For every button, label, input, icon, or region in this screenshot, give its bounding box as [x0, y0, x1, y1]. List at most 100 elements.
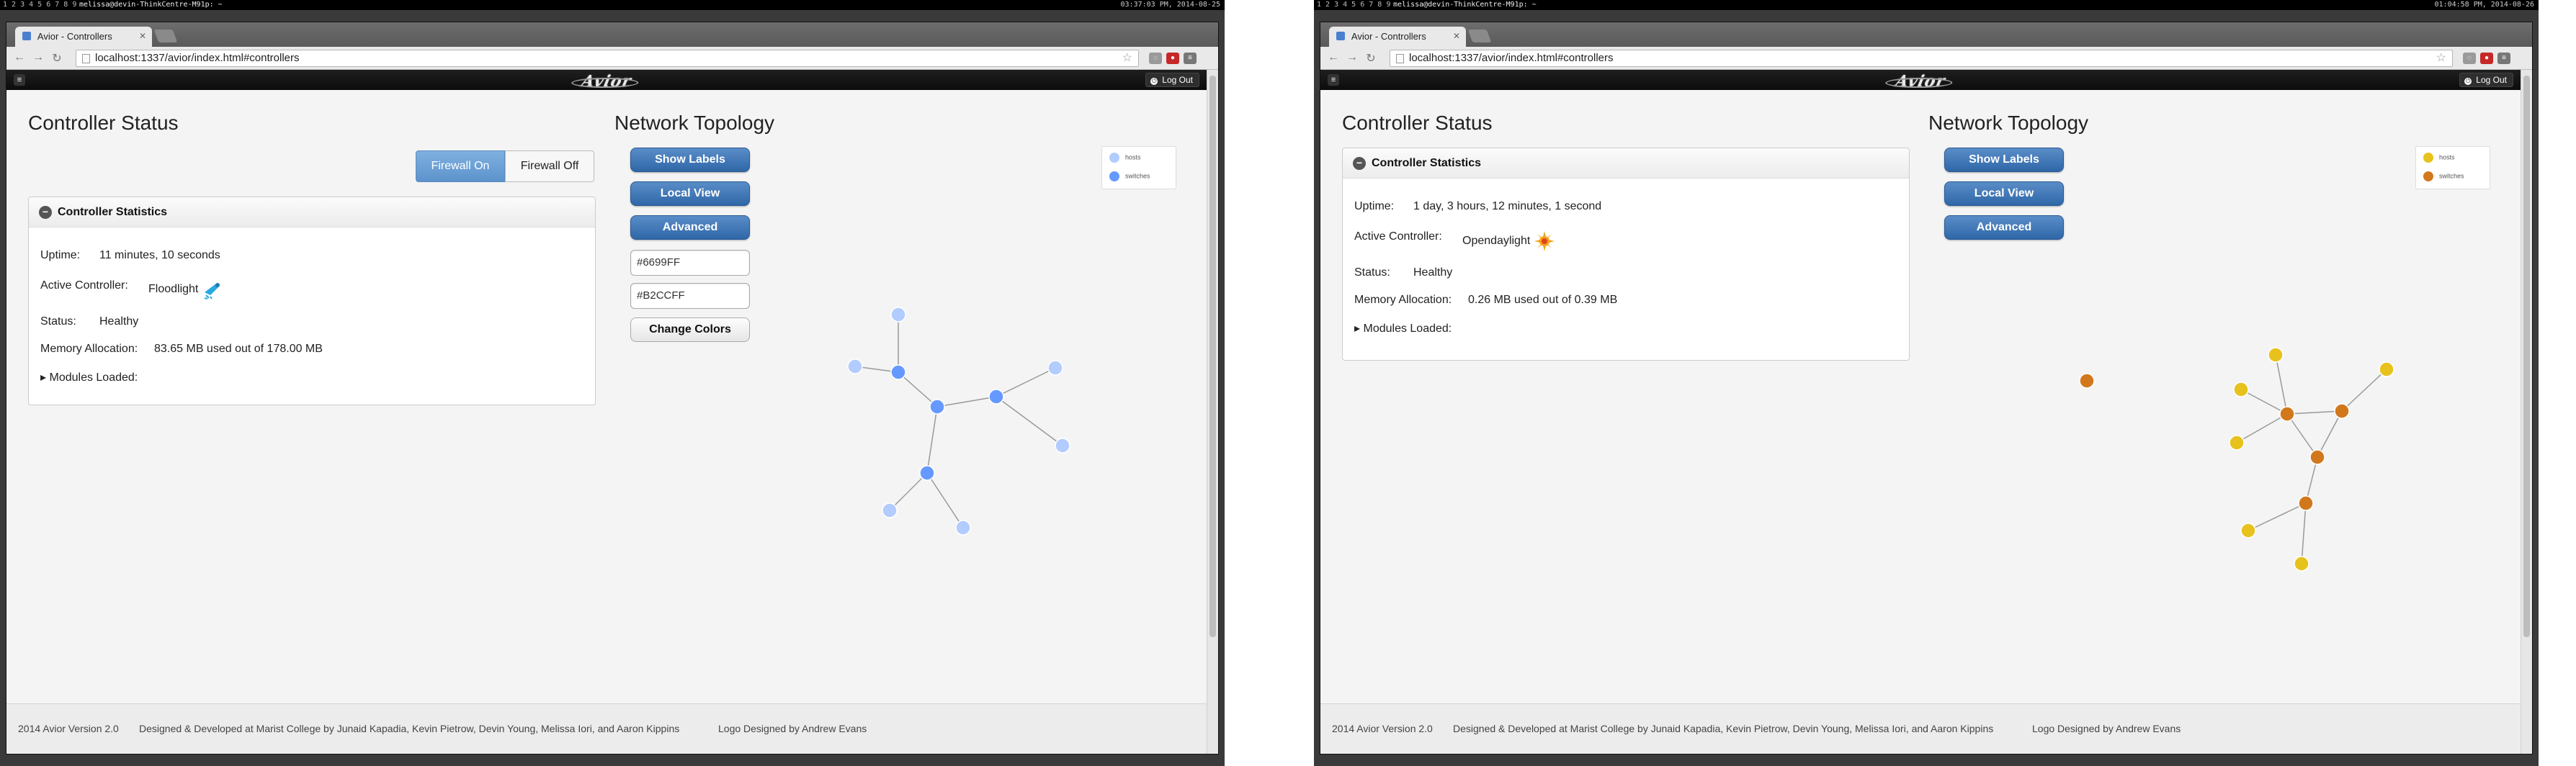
memory-row: Memory Allocation: 83.65 MB used out of 1…: [40, 343, 323, 356]
forward-icon[interactable]: →: [1345, 51, 1359, 64]
switch-node[interactable]: [890, 364, 906, 380]
advanced-button[interactable]: Advanced: [630, 215, 750, 240]
host-node[interactable]: [1055, 438, 1070, 454]
advanced-button[interactable]: Advanced: [1944, 215, 2064, 240]
status-row: Status: Healthy: [40, 315, 138, 328]
legend-switches-dot: [2423, 171, 2433, 181]
bookmark-star-icon[interactable]: ☆: [2436, 50, 2446, 66]
address-bar[interactable]: localhost:1337/avior/index.html#controll…: [76, 50, 1139, 67]
app-header-bar: ≡ Avior ⏻ Log Out: [6, 70, 1207, 91]
host-node[interactable]: [882, 503, 898, 518]
new-tab-button[interactable]: [153, 30, 178, 42]
page-scrollbar[interactable]: [2521, 70, 2532, 754]
desktop-top-bar: 1 2 3 4 5 6 7 8 9 melissa@devin-ThinkCen…: [0, 0, 1225, 10]
host-node[interactable]: [890, 307, 906, 323]
reload-icon[interactable]: ↻: [1364, 51, 1378, 66]
switch-node[interactable]: [2279, 406, 2295, 422]
firewall-off-button[interactable]: Firewall Off: [505, 150, 594, 182]
local-view-button[interactable]: Local View: [630, 181, 750, 206]
host-node[interactable]: [2379, 361, 2394, 377]
scrollbar-thumb[interactable]: [1209, 76, 1216, 637]
firewall-on-button[interactable]: Firewall On: [416, 150, 505, 182]
back-icon[interactable]: ←: [1326, 51, 1341, 64]
switch-node[interactable]: [988, 389, 1004, 405]
adblock-icon[interactable]: ●: [2480, 53, 2493, 64]
host-node[interactable]: [2229, 435, 2245, 451]
show-labels-button[interactable]: Show Labels: [1944, 148, 2064, 172]
page-scrollbar[interactable]: [1207, 70, 1218, 754]
topology-link: [936, 396, 997, 407]
panel-header[interactable]: − Controller Statistics: [29, 197, 595, 227]
browser-tab[interactable]: Avior - Controllers ✕: [15, 27, 152, 47]
controller-statistics-panel: − Controller Statistics Uptime: 11 minute…: [28, 197, 596, 405]
topology-legend: hosts switches: [1101, 146, 1176, 189]
collapse-icon[interactable]: −: [1353, 157, 1366, 170]
browser-tab[interactable]: Avior - Controllers ✕: [1329, 27, 1466, 47]
switch-node[interactable]: [919, 465, 935, 481]
browser-menu-icon[interactable]: ≡: [2497, 53, 2510, 64]
switch-node[interactable]: [2334, 403, 2350, 419]
host-node[interactable]: [1047, 360, 1063, 376]
show-labels-button[interactable]: Show Labels: [630, 148, 750, 172]
topology-link: [2341, 369, 2387, 412]
workspace-list[interactable]: 1 2 3 4 5 6 7 8 9: [1317, 0, 1390, 10]
logout-label: Log Out: [2476, 75, 2507, 85]
browser-tab-strip: Avior - Controllers ✕: [6, 22, 1218, 47]
menu-toggle-icon[interactable]: ≡: [14, 74, 25, 86]
panel-header[interactable]: − Controller Statistics: [1343, 148, 1909, 179]
menu-toggle-icon[interactable]: ≡: [1328, 74, 1339, 86]
extension-icon[interactable]: ◌: [1149, 53, 1162, 64]
new-tab-button[interactable]: [1467, 30, 1492, 42]
switch-node[interactable]: [2079, 373, 2095, 389]
scrollbar-thumb[interactable]: [2523, 76, 2530, 637]
host-node[interactable]: [2268, 347, 2284, 363]
extension-icon[interactable]: ◌: [2463, 53, 2476, 64]
close-tab-icon[interactable]: ✕: [139, 31, 146, 41]
uptime-row: Uptime: 11 minutes, 10 seconds: [40, 249, 220, 262]
switch-color-input[interactable]: #6699FF: [630, 250, 750, 276]
modules-loaded-toggle[interactable]: ▸ Modules Loaded:: [1354, 321, 1452, 335]
collapse-icon[interactable]: −: [39, 206, 52, 219]
topology-link: [2275, 354, 2288, 415]
memory-label: Memory Allocation:: [1354, 294, 1452, 306]
bookmark-star-icon[interactable]: ☆: [1122, 50, 1132, 66]
active-controller-row: Active Controller: Opendaylight: [1354, 230, 1555, 251]
logout-button[interactable]: ⏻ Log Out: [2459, 73, 2513, 87]
host-node[interactable]: [847, 359, 863, 374]
switch-node[interactable]: [2298, 495, 2314, 511]
host-node[interactable]: [2240, 523, 2256, 539]
host-node[interactable]: [955, 520, 971, 536]
active-controller-label: Active Controller:: [40, 279, 128, 292]
network-topology-graph[interactable]: [2041, 286, 2401, 572]
opendaylight-logo-icon: [1534, 231, 1555, 251]
adblock-icon[interactable]: ●: [1166, 53, 1179, 64]
uptime-value: 1 day, 3 hours, 12 minutes, 1 second: [1413, 200, 1602, 212]
close-tab-icon[interactable]: ✕: [1453, 31, 1460, 41]
app-header-bar: ≡ Avior ⏻ Log Out: [1320, 70, 2521, 91]
topology-link: [2286, 413, 2318, 458]
host-color-input[interactable]: #B2CCFF: [630, 283, 750, 309]
forward-icon[interactable]: →: [31, 51, 45, 64]
favicon-icon: [1336, 32, 1345, 40]
focused-window-title: melissa@devin-ThinkCentre-M91p: ~: [79, 1, 223, 9]
footer-version: 2014 Avior Version 2.0: [1332, 723, 1433, 734]
browser-window: Avior - Controllers ✕ ← → ↻ localhost:13…: [1320, 22, 2533, 754]
panel-title: Controller Statistics: [58, 206, 168, 218]
network-topology-graph[interactable]: [842, 286, 1087, 545]
browser-menu-icon[interactable]: ≡: [1184, 53, 1197, 64]
switch-node[interactable]: [2309, 449, 2325, 465]
workspace-list[interactable]: 1 2 3 4 5 6 7 8 9: [3, 0, 76, 10]
back-icon[interactable]: ←: [12, 51, 27, 64]
logout-button[interactable]: ⏻ Log Out: [1145, 73, 1199, 87]
expand-triangle-icon[interactable]: ▸: [40, 371, 49, 384]
address-bar[interactable]: localhost:1337/avior/index.html#controll…: [1390, 50, 2453, 67]
footer-logo-credit: Logo Designed by Andrew Evans: [718, 723, 867, 734]
switch-node[interactable]: [929, 399, 945, 415]
local-view-button[interactable]: Local View: [1944, 181, 2064, 206]
host-node[interactable]: [2233, 382, 2249, 397]
host-node[interactable]: [2294, 556, 2309, 572]
reload-icon[interactable]: ↻: [50, 51, 64, 66]
expand-triangle-icon[interactable]: ▸: [1354, 323, 1363, 335]
change-colors-button[interactable]: Change Colors: [630, 317, 750, 342]
modules-loaded-toggle[interactable]: ▸ Modules Loaded:: [40, 370, 138, 384]
